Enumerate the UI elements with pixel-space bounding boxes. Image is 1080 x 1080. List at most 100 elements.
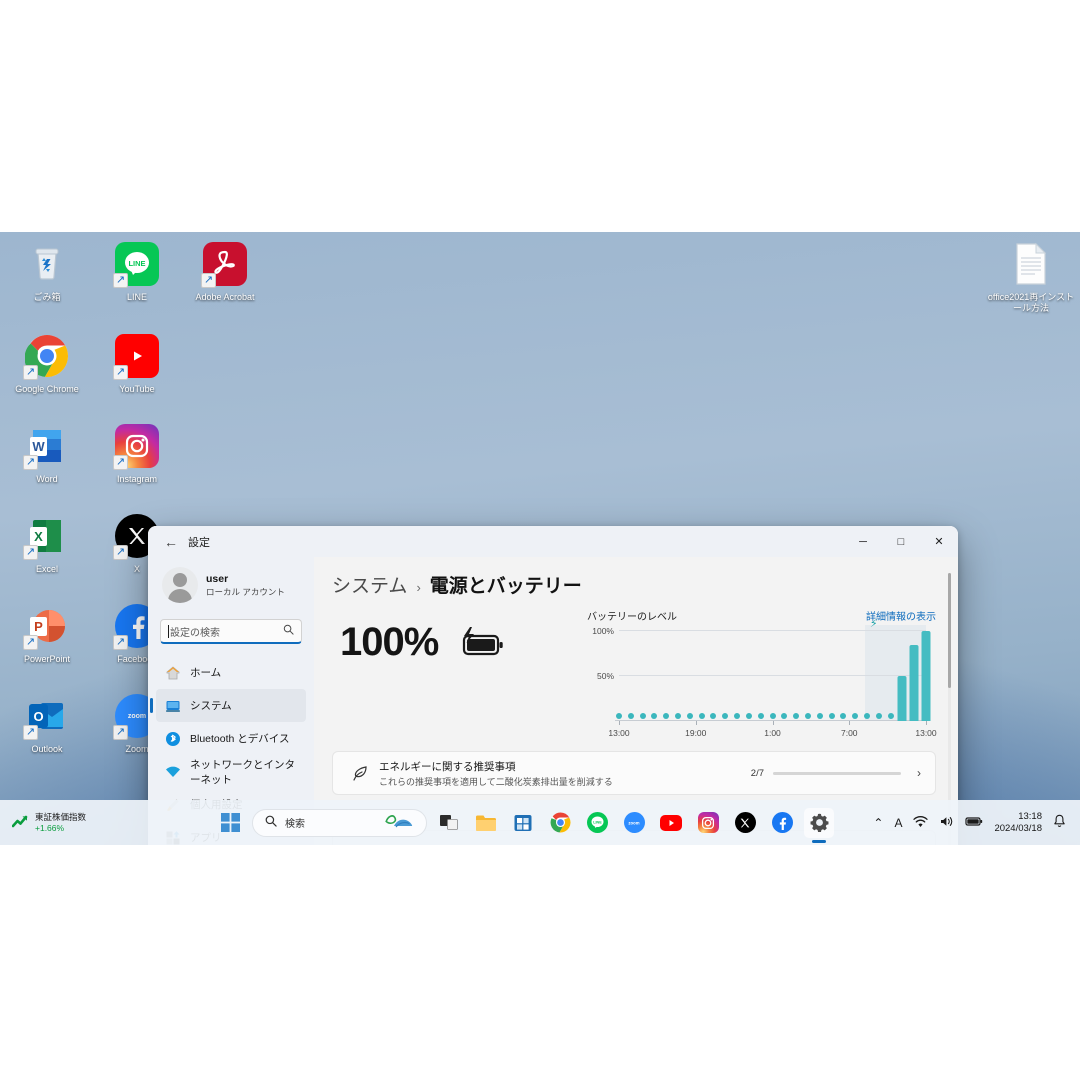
home-icon xyxy=(164,664,181,681)
chart-data-point xyxy=(887,713,894,720)
chart-xtick-label: 1:00 xyxy=(764,728,781,738)
chevron-up-icon[interactable]: ⌃ xyxy=(873,816,883,830)
desktop-icon-label: Excel xyxy=(35,564,58,574)
sidebar-item-label: システム xyxy=(190,700,232,712)
account-type: ローカル アカウント xyxy=(206,586,285,597)
chart-ytick-label: 50% xyxy=(596,671,614,681)
x-icon[interactable] xyxy=(730,808,760,838)
volume-icon[interactable] xyxy=(939,815,954,831)
screen-root: ごみ箱 ↗ Google Chrome W ↗ Word X ↗ Excel P… xyxy=(0,0,1080,1080)
svg-text:W: W xyxy=(32,439,45,454)
desktop[interactable]: ごみ箱 ↗ Google Chrome W ↗ Word X ↗ Excel P… xyxy=(0,232,1080,845)
energy-recommendations-card[interactable]: エネルギーに関する推奨事項 これらの推奨事項を適用して二酸化炭素排出量を削減する… xyxy=(332,751,936,795)
settings-gear-icon[interactable] xyxy=(804,807,834,843)
card-subtitle: これらの推奨事項を適用して二酸化炭素排出量を削減する xyxy=(379,776,613,787)
search-input[interactable]: 設定の検索 xyxy=(160,619,302,644)
facebook-icon[interactable] xyxy=(767,808,797,838)
chart-data-point xyxy=(698,713,705,720)
desktop-icon-powerpoint[interactable]: P ↗ PowerPoint xyxy=(4,602,90,665)
copilot-icon[interactable] xyxy=(380,810,420,836)
zoom-icon[interactable]: zoom xyxy=(619,808,649,838)
minimize-button[interactable]: ─ xyxy=(844,526,882,557)
chart-plot-area: 50% 100% ⚡ 13:00 19:00 1:00 7:00 13:00 xyxy=(592,618,936,738)
close-button[interactable]: ✕ xyxy=(920,526,958,557)
desktop-icon-line[interactable]: LINE ↗ LINE xyxy=(94,240,180,303)
chart-data-point xyxy=(686,713,693,720)
desktop-icon-label: YouTube xyxy=(119,384,155,394)
taskbar-widget[interactable]: 東証株価指数 +1.66% xyxy=(0,812,215,834)
microsoft-store-icon[interactable] xyxy=(508,808,538,838)
taskbar-search-box[interactable]: 検索 xyxy=(252,808,427,837)
bell-icon[interactable] xyxy=(1053,814,1066,831)
sidebar-item-network-internet[interactable]: ネットワークとインターネット xyxy=(156,755,306,788)
battery-icon[interactable] xyxy=(965,816,983,830)
chart-data-point xyxy=(663,713,670,720)
chrome-icon[interactable] xyxy=(545,808,575,838)
word-icon: W ↗ xyxy=(23,422,71,470)
chart-gridline xyxy=(619,630,926,631)
file-explorer-icon[interactable] xyxy=(471,808,501,838)
sidebar-item-system[interactable]: システム xyxy=(150,689,306,722)
chart-xtick xyxy=(926,721,927,725)
breadcrumb-root[interactable]: システム xyxy=(332,571,407,598)
taskbar-clock[interactable]: 13:18 2024/03/18 xyxy=(994,811,1042,835)
window-title: 設定 xyxy=(188,536,210,549)
youtube-icon[interactable] xyxy=(656,808,686,838)
back-button[interactable]: ← xyxy=(156,530,186,554)
settings-window[interactable]: ← 設定 ─ □ ✕ user ローカル アカウント 設定の検索 ホーム システ… xyxy=(148,526,958,845)
chevron-right-icon[interactable]: › xyxy=(917,766,921,780)
search-placeholder: 検索 xyxy=(285,819,305,830)
svg-text:O: O xyxy=(33,709,43,724)
desktop-icon-label: LINE xyxy=(126,292,147,302)
sidebar-item-bluetooth-devices[interactable]: Bluetooth とデバイス xyxy=(156,722,306,755)
svg-text:LINE: LINE xyxy=(128,259,145,268)
desktop-icon-label: Adobe Acrobat xyxy=(195,292,255,302)
chart-xtick-label: 13:00 xyxy=(915,728,937,738)
chart-data-point xyxy=(639,713,646,720)
battery-percent: 100% xyxy=(340,620,439,664)
chart-xtick xyxy=(849,721,851,725)
shortcut-arrow-icon: ↗ xyxy=(113,273,128,288)
chart-xtick xyxy=(619,721,620,725)
network-icon xyxy=(164,763,181,780)
wifi-icon[interactable] xyxy=(913,815,929,831)
windows-start-icon[interactable] xyxy=(215,808,245,838)
shortcut-arrow-icon: ↗ xyxy=(201,273,216,288)
taskbar[interactable]: 東証株価指数 +1.66% 検索 LINE zoom ⌃ A 13:18 202… xyxy=(0,800,1080,845)
line-icon[interactable]: LINE xyxy=(582,808,612,838)
desktop-icon-youtube[interactable]: ↗ YouTube xyxy=(94,332,180,395)
task-view-icon[interactable] xyxy=(434,808,464,838)
text-document-icon xyxy=(1007,240,1055,288)
chart-data-point xyxy=(745,713,752,720)
account-name: user xyxy=(206,572,229,585)
desktop-icon-instagram[interactable]: ↗ Instagram xyxy=(94,422,180,485)
charging-bolt-icon: ⚡ xyxy=(869,618,878,630)
search-placeholder: 設定の検索 xyxy=(170,627,220,639)
desktop-icon-recycle-bin[interactable]: ごみ箱 xyxy=(4,240,90,303)
desktop-icon-excel[interactable]: X ↗ Excel xyxy=(4,512,90,575)
chart-data-point xyxy=(816,713,823,720)
desktop-icon-label: Outlook xyxy=(31,744,63,754)
chart-data-point xyxy=(627,713,634,720)
maximize-button[interactable]: □ xyxy=(882,526,920,557)
account-block[interactable]: user ローカル アカウント xyxy=(156,557,306,613)
desktop-icon-adobe-acrobat[interactable]: ↗ Adobe Acrobat xyxy=(182,240,268,303)
progress-fraction: 2/7 xyxy=(750,767,764,779)
instagram-icon[interactable] xyxy=(693,808,723,838)
sidebar-item-label: ホーム xyxy=(190,667,222,679)
desktop-icon-label: office2021再インストール方法 xyxy=(987,292,1075,313)
desktop-icon-word[interactable]: W ↗ Word xyxy=(4,422,90,485)
sidebar-item-home[interactable]: ホーム xyxy=(156,656,306,689)
desktop-icon-google-chrome[interactable]: ↗ Google Chrome xyxy=(4,332,90,395)
chart-data-point xyxy=(757,713,764,720)
chart-data-point xyxy=(852,713,859,720)
sidebar-item-label: Bluetooth とデバイス xyxy=(190,733,290,745)
chart-xtick-label: 7:00 xyxy=(840,728,858,738)
scrollbar-thumb[interactable] xyxy=(948,573,951,688)
chart-bar xyxy=(921,631,931,721)
desktop-icon-outlook[interactable]: O ↗ Outlook xyxy=(4,692,90,755)
ime-indicator[interactable]: A xyxy=(894,816,902,830)
desktop-icon-office-reinstall-doc[interactable]: office2021再インストール方法 xyxy=(985,240,1077,314)
avatar xyxy=(162,567,198,603)
battery-level-chart: バッテリーのレベル 詳細情報の表示 50% 100% ⚡ 13:00 19:00 1:00… xyxy=(587,606,937,738)
